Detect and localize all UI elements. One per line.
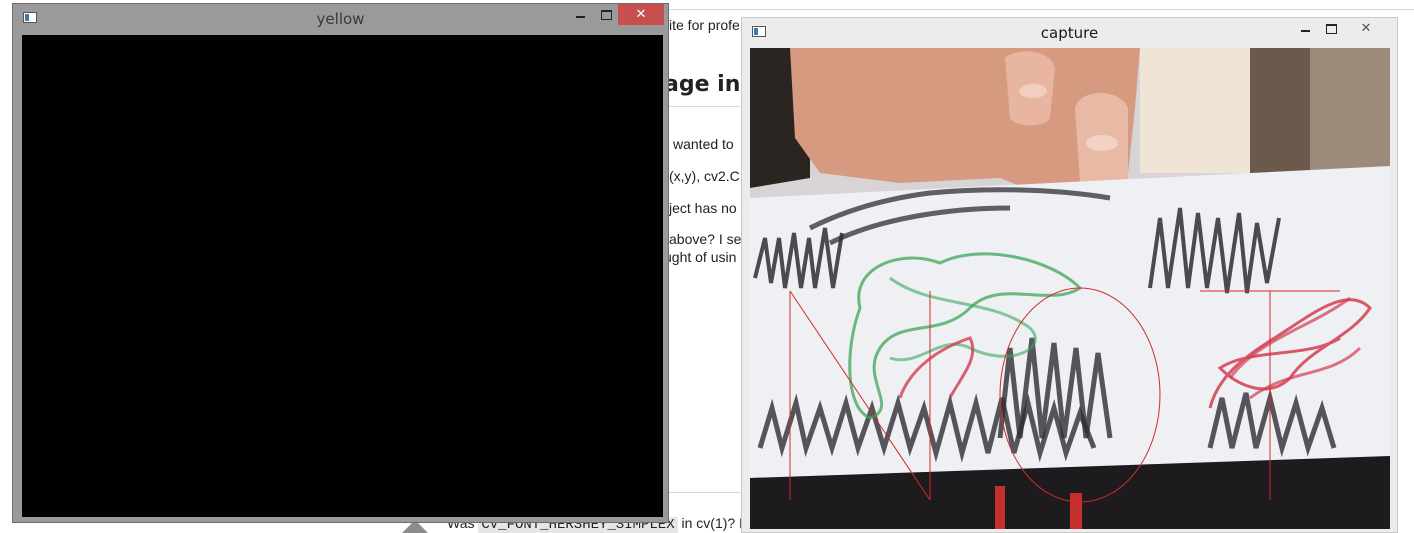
close-button[interactable]: ✕ xyxy=(1343,18,1389,39)
minimize-icon xyxy=(575,15,585,18)
capture-titlebar[interactable]: capture ✕ xyxy=(742,18,1397,47)
camera-feed xyxy=(750,48,1390,529)
camera-frame-image xyxy=(750,48,1390,529)
minimize-button[interactable] xyxy=(566,4,594,25)
body-text-fragment: ject has no xyxy=(669,200,737,216)
body-text-fragment: wanted to xyxy=(673,136,734,152)
yellow-window[interactable]: yellow ✕ xyxy=(12,3,669,523)
maximize-icon xyxy=(600,9,612,20)
close-button[interactable]: ✕ xyxy=(618,4,664,25)
divider xyxy=(669,9,1414,10)
minimize-button[interactable] xyxy=(1291,18,1319,39)
yellow-mask-canvas xyxy=(22,35,663,517)
body-text-fragment: above? I se xyxy=(669,231,742,247)
maximize-button[interactable] xyxy=(592,4,620,25)
yellow-titlebar[interactable]: yellow ✕ xyxy=(13,4,668,33)
maximize-button[interactable] xyxy=(1317,18,1345,39)
divider xyxy=(664,106,740,107)
body-text-fragment: (x,y), cv2.C xyxy=(669,168,740,184)
divider xyxy=(669,492,741,493)
maximize-icon xyxy=(1325,23,1337,34)
site-tagline-fragment: ite for profe xyxy=(669,17,740,33)
capture-window[interactable]: capture ✕ xyxy=(741,17,1398,533)
minimize-icon xyxy=(1300,29,1310,32)
body-text-fragment: ught of usin xyxy=(664,249,737,265)
comment-suffix: in cv(1)? H xyxy=(677,515,750,531)
